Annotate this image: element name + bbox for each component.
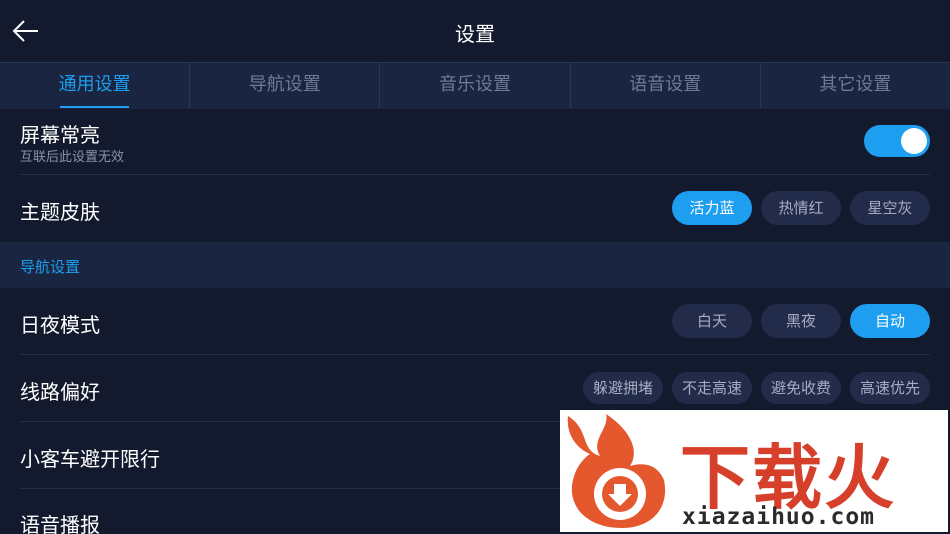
no-highway-option[interactable]: 不走高速	[671, 372, 752, 404]
toggle-knob	[901, 128, 927, 154]
page-title: 设置	[455, 22, 495, 46]
tab-label: 音乐设置	[439, 74, 511, 95]
tab-label: 语音设置	[629, 74, 702, 95]
tab-music[interactable]: 音乐设置	[380, 63, 571, 109]
route-preference-options: 躲避拥堵 不走高速 避免收费 高速优先	[582, 372, 930, 404]
avoid-toll-option[interactable]: 避免收费	[760, 372, 841, 404]
day-mode-option[interactable]: 白天	[672, 304, 752, 338]
flame-logo-icon	[567, 414, 666, 528]
screen-on-toggle[interactable]	[864, 125, 930, 157]
tab-label: 其它设置	[819, 74, 892, 95]
setting-label: 小客车避开限行	[20, 447, 160, 471]
theme-options: 活力蓝 热情红 星空灰	[672, 191, 930, 225]
setting-row-screen-on: 屏幕常亮 互联后此设置无效	[20, 108, 930, 175]
highway-first-option[interactable]: 高速优先	[849, 372, 930, 404]
setting-label: 日夜模式	[20, 313, 100, 337]
theme-option-red[interactable]: 热情红	[761, 191, 841, 225]
tab-general[interactable]: 通用设置	[0, 63, 191, 109]
tab-label: 导航设置	[248, 74, 321, 95]
section-title: 导航设置	[20, 258, 81, 276]
watermark-logo: 下载火 xiazaihuo.com	[560, 410, 948, 532]
setting-label: 屏幕常亮	[20, 123, 100, 147]
theme-option-blue[interactable]: 活力蓝	[672, 191, 752, 225]
tab-other[interactable]: 其它设置	[761, 63, 950, 109]
tab-voice[interactable]: 语音设置	[571, 63, 761, 109]
theme-option-gray[interactable]: 星空灰	[850, 191, 930, 225]
setting-label: 语音播报	[20, 513, 100, 534]
settings-tabs: 通用设置 导航设置 音乐设置 语音设置 其它设置	[0, 62, 950, 109]
setting-label: 线路偏好	[20, 380, 100, 404]
tab-label: 通用设置	[58, 74, 131, 95]
setting-row-day-night: 日夜模式 白天 黑夜 自动	[20, 288, 930, 355]
section-header-navigation: 导航设置	[0, 242, 950, 288]
night-mode-option[interactable]: 黑夜	[761, 304, 841, 338]
header-bar: 设置	[0, 0, 950, 62]
watermark-url: xiazaihuo.com	[682, 504, 876, 530]
day-night-options: 白天 黑夜 自动	[672, 304, 930, 338]
setting-row-theme: 主题皮肤 活力蓝 热情红 星空灰	[20, 175, 930, 241]
settings-screen: 设置 通用设置 导航设置 音乐设置 语音设置 其它设置 屏幕常亮 互联后此设置无…	[0, 0, 950, 534]
tab-navigation[interactable]: 导航设置	[190, 63, 381, 109]
avoid-congestion-option[interactable]: 躲避拥堵	[582, 372, 663, 404]
auto-mode-option[interactable]: 自动	[850, 304, 930, 338]
setting-sublabel: 互联后此设置无效	[20, 150, 125, 165]
setting-label: 主题皮肤	[20, 200, 100, 224]
